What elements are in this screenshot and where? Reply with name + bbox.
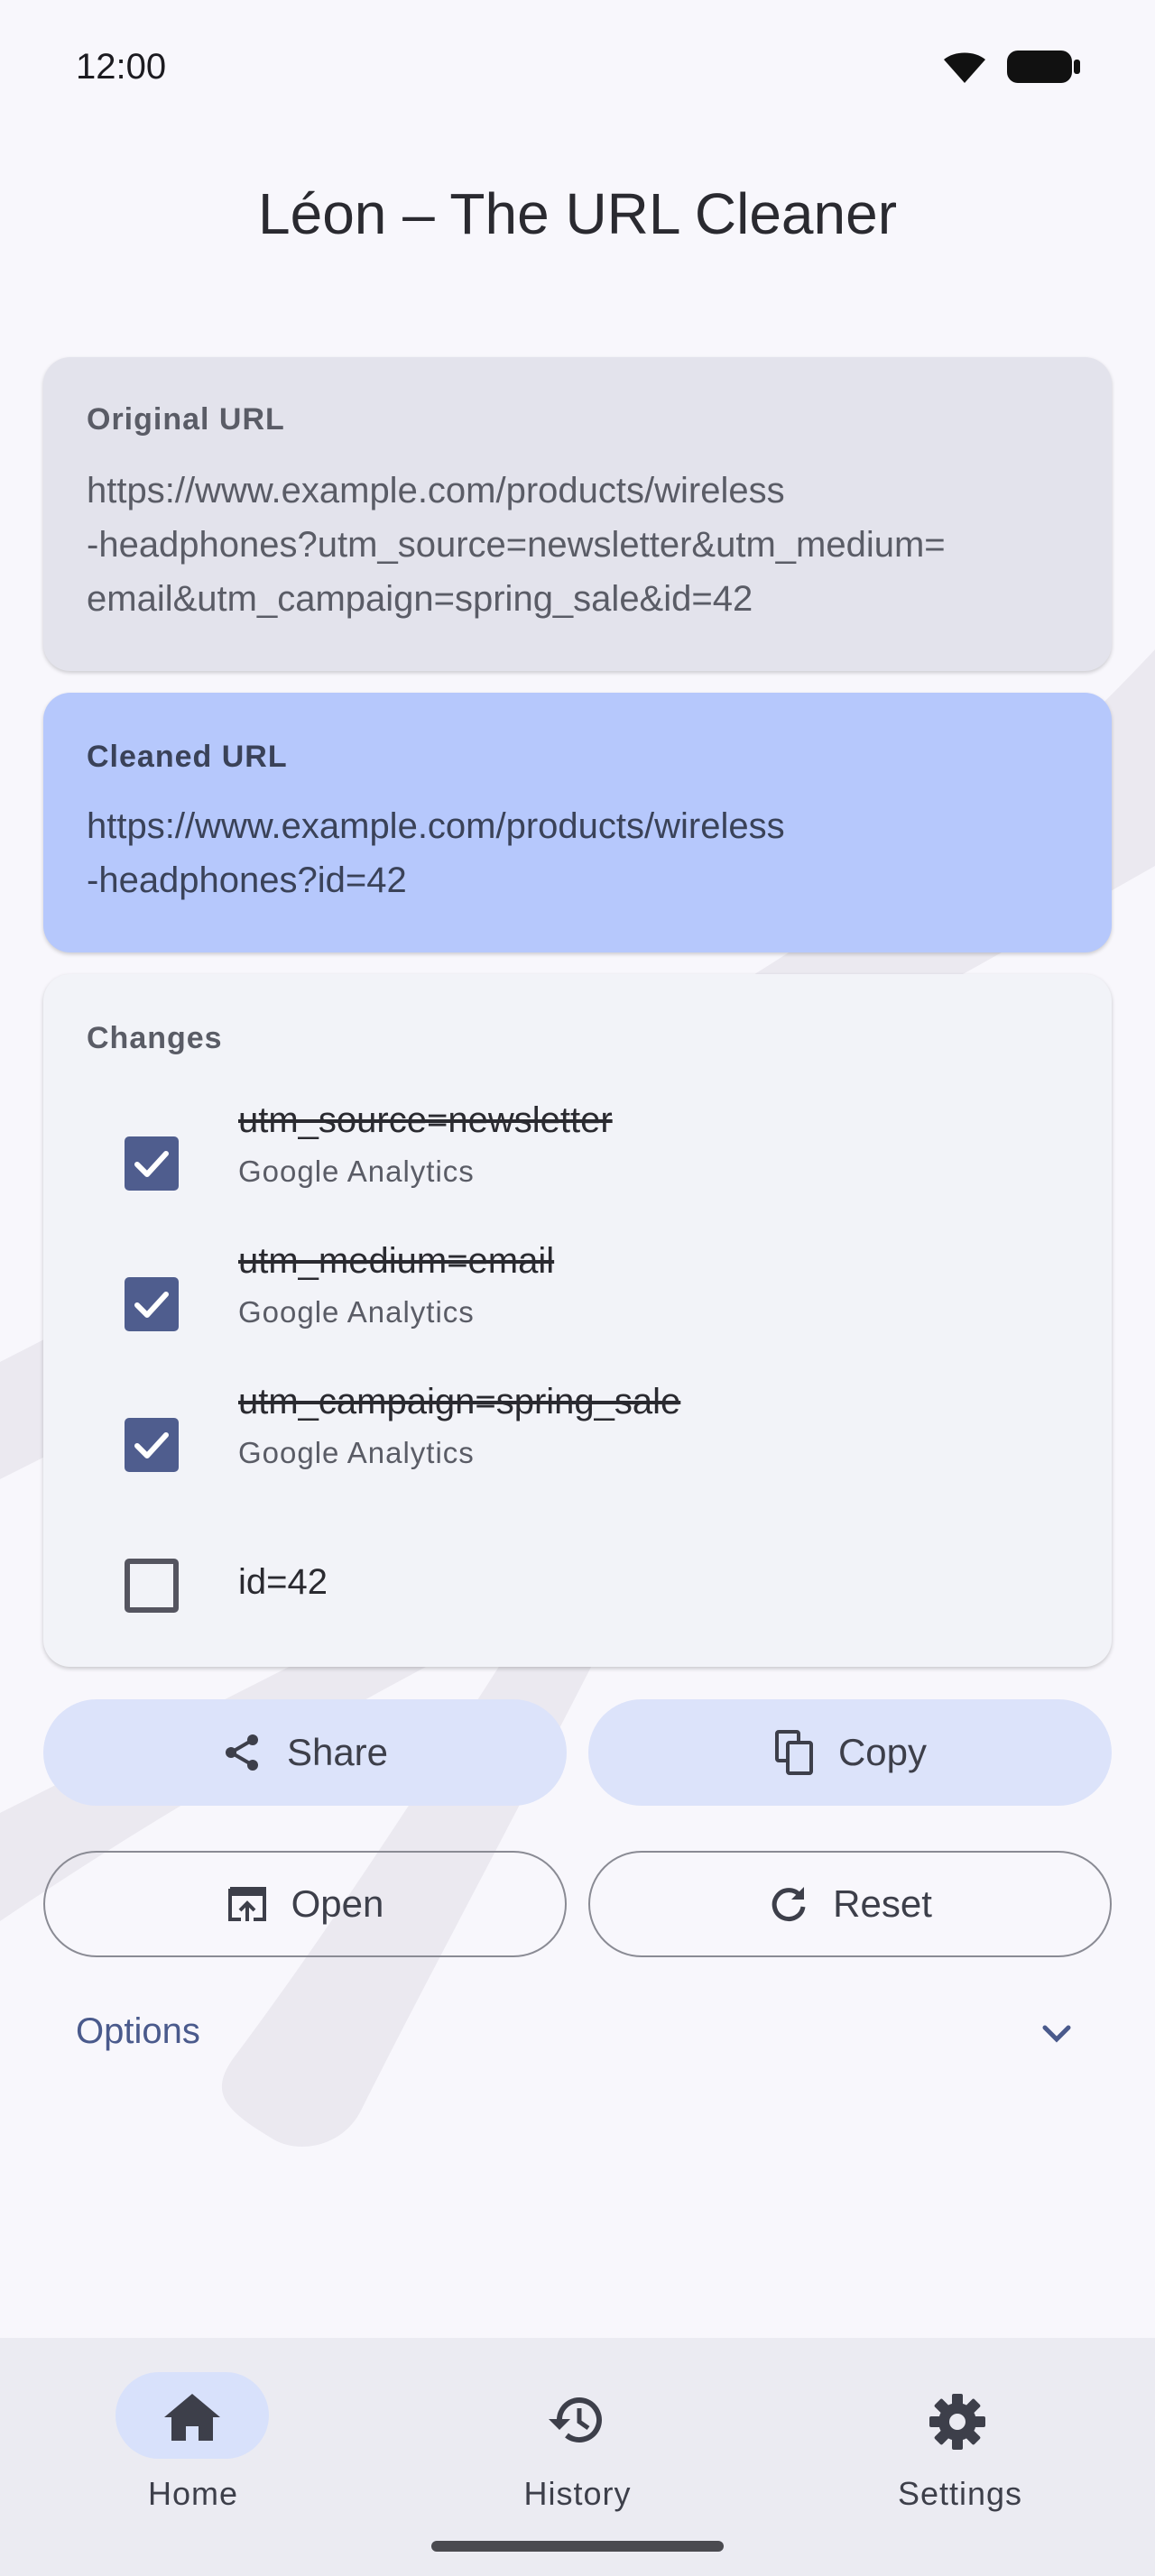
original-url-card[interactable]: Original URL https://www.example.com/pro… — [43, 357, 1112, 671]
changes-card: Changes utm_source=newsletter Google Ana… — [43, 974, 1112, 1667]
status-bar: 12:00 — [0, 0, 1155, 135]
change-provider: Google Analytics — [238, 1155, 475, 1188]
reset-button[interactable]: Reset — [588, 1851, 1112, 1957]
options-expander[interactable]: Options — [76, 2006, 1079, 2060]
change-checkbox-checked[interactable] — [125, 1418, 179, 1472]
open-button[interactable]: Open — [43, 1851, 567, 1957]
gesture-navigation-handle[interactable] — [431, 2541, 724, 2552]
home-icon — [164, 2394, 220, 2441]
history-icon — [549, 2397, 602, 2443]
battery-icon — [1007, 51, 1080, 83]
check-icon — [134, 1151, 169, 1177]
app-title: Léon – The URL Cleaner — [258, 181, 897, 246]
change-row[interactable]: id=42 — [43, 1513, 1112, 1640]
original-url-text[interactable]: https://www.example.com/products/wireles… — [87, 464, 1049, 626]
status-clock: 12:00 — [76, 47, 167, 87]
cleaned-url-text[interactable]: https://www.example.com/products/wireles… — [87, 799, 1049, 907]
nav-label-history: History — [523, 2475, 632, 2512]
change-provider: Google Analytics — [238, 1295, 475, 1329]
options-label: Options — [76, 2011, 200, 2051]
change-checkbox-unchecked[interactable] — [125, 1559, 179, 1613]
cleaned-url-label: Cleaned URL — [87, 740, 288, 774]
change-checkbox-checked[interactable] — [125, 1136, 179, 1191]
change-row[interactable]: utm_campaign=spring_sale Google Analytic… — [43, 1373, 1112, 1499]
settings-icon — [929, 2394, 985, 2450]
chevron-down-icon[interactable] — [1034, 2011, 1079, 2056]
share-icon — [225, 1734, 258, 1771]
reset-label: Reset — [833, 1882, 932, 1925]
nav-label-settings: Settings — [897, 2475, 1023, 2512]
original-url-label: Original URL — [87, 402, 285, 437]
change-row[interactable]: utm_source=newsletter Google Analytics — [43, 1091, 1112, 1218]
change-row[interactable]: utm_medium=email Google Analytics — [43, 1232, 1112, 1358]
check-icon — [134, 1432, 169, 1458]
nav-item-history[interactable]: History — [442, 2356, 713, 2536]
changes-label: Changes — [87, 1021, 223, 1055]
nav-item-settings[interactable]: Settings — [825, 2356, 1095, 2536]
status-icons — [942, 49, 1081, 85]
nav-item-home[interactable]: Home — [58, 2356, 328, 2536]
check-icon — [134, 1292, 169, 1318]
copy-icon — [774, 1730, 813, 1775]
share-label: Share — [286, 1731, 389, 1773]
change-param: utm_medium=email — [238, 1241, 555, 1281]
refresh-icon — [772, 1887, 806, 1922]
copy-label: Copy — [837, 1731, 928, 1773]
change-checkbox-checked[interactable] — [125, 1277, 179, 1331]
wifi-icon — [944, 52, 985, 83]
open-in-browser-icon — [227, 1887, 266, 1921]
cleaned-url-card[interactable]: Cleaned URL https://www.example.com/prod… — [43, 693, 1112, 952]
change-param: id=42 — [238, 1562, 328, 1602]
copy-button[interactable]: Copy — [588, 1699, 1112, 1806]
nav-label-home: Home — [147, 2475, 239, 2512]
change-param: utm_campaign=spring_sale — [238, 1382, 681, 1421]
open-label: Open — [291, 1882, 384, 1925]
change-provider: Google Analytics — [238, 1436, 475, 1469]
share-button[interactable]: Share — [43, 1699, 567, 1806]
change-param: utm_source=newsletter — [238, 1100, 613, 1140]
